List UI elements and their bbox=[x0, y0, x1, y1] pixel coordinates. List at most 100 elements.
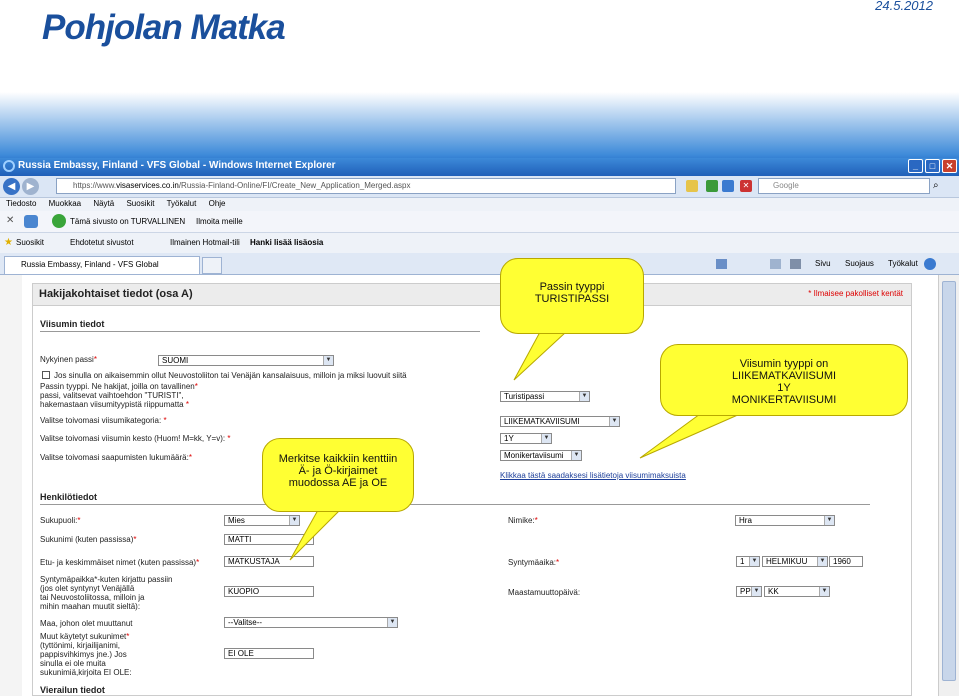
stop-icon[interactable]: ✕ bbox=[740, 180, 752, 192]
passport-type-label-3: hakemastaan viisumityypistä riippumatta … bbox=[40, 400, 189, 409]
visa-category-label: Valitse toivomasi viisumikategoria: * bbox=[40, 416, 167, 425]
emigration-month-select[interactable]: KK ▼ bbox=[764, 586, 830, 597]
dob-month-select[interactable]: HELMIKUU ▼ bbox=[762, 556, 828, 567]
country-label: Maa, johon olet muuttanut bbox=[40, 619, 133, 628]
soviet-checkbox[interactable] bbox=[42, 371, 50, 379]
addons-link[interactable]: Hanki lisää lisäosia bbox=[250, 238, 323, 247]
report-label[interactable]: Ilmoita meille bbox=[196, 217, 243, 226]
birthplace-input[interactable]: KUOPIO bbox=[224, 586, 314, 597]
home-icon[interactable] bbox=[716, 259, 727, 269]
tab-label: Russia Embassy, Finland - VFS Global bbox=[21, 260, 159, 269]
suggested-sites-link[interactable]: Ehdotetut sivustot bbox=[70, 238, 134, 247]
dob-label: Syntymäaika:* bbox=[508, 558, 560, 567]
visa-category-select[interactable]: LIIKEMATKAVIISUMI ▼ bbox=[500, 416, 620, 427]
hotmail-link[interactable]: Ilmainen Hotmail-tili bbox=[170, 238, 240, 247]
navigation-bar: ◀ ▶ https://www.visaservices.co.in/Russi… bbox=[0, 176, 959, 198]
tracking-label[interactable]: Tämä sivusto on TURVALLINEN bbox=[70, 217, 185, 226]
safety-menu[interactable]: Suojaus bbox=[845, 259, 874, 268]
dob-day-select[interactable]: 1 ▼ bbox=[736, 556, 760, 567]
close-toolbar-icon[interactable]: ✕ bbox=[6, 215, 14, 226]
visa-type-callout: Viisumin tyyppi on LIIKEMATKAVIISUMI 1Y … bbox=[660, 344, 908, 416]
emigration-day-select[interactable]: PP ▼ bbox=[736, 586, 762, 597]
help-icon[interactable] bbox=[924, 258, 936, 270]
surname-label: Sukunimi (kuten passissa)* bbox=[40, 535, 137, 544]
title-select[interactable]: Hra ▼ bbox=[735, 515, 835, 526]
menu-favorites[interactable]: Suosikit bbox=[126, 199, 154, 208]
address-prefix: https://www. bbox=[73, 181, 117, 190]
scroll-thumb[interactable] bbox=[942, 281, 956, 681]
current-passport-select[interactable]: SUOMI ▼ bbox=[158, 355, 334, 366]
minimize-button[interactable]: _ bbox=[908, 159, 923, 173]
new-tab-button[interactable] bbox=[202, 257, 222, 274]
entries-select[interactable]: Monikertaviisumi ▼ bbox=[500, 450, 582, 461]
left-margin bbox=[0, 275, 22, 696]
callout-line: LIIKEMATKAVIISUMI bbox=[731, 370, 837, 382]
callout-line: Passin tyyppi bbox=[539, 281, 605, 293]
browser-window: Russia Embassy, Finland - VFS Global - W… bbox=[0, 158, 959, 696]
refresh-icon[interactable] bbox=[722, 180, 734, 192]
birthplace-label-4: mihin maahan muutit sieltä): bbox=[40, 602, 141, 611]
maximize-button[interactable]: □ bbox=[925, 159, 940, 173]
menu-edit[interactable]: Muokkaa bbox=[49, 199, 81, 208]
lock-icon[interactable] bbox=[686, 180, 698, 192]
security-toolbar: ✕ Tämä sivusto on TURVALLINEN Ilmoita me… bbox=[0, 211, 959, 233]
menu-help[interactable]: Ohje bbox=[209, 199, 226, 208]
search-input[interactable]: Google bbox=[758, 178, 930, 194]
divider bbox=[40, 504, 870, 505]
callout-line: MONIKERTAVIISUMI bbox=[731, 394, 837, 406]
callout-line: Merkitse kaikkiin kenttiin bbox=[278, 453, 398, 465]
menu-view[interactable]: Näytä bbox=[93, 199, 114, 208]
menu-file[interactable]: Tiedosto bbox=[6, 199, 36, 208]
callout-line: muodossa AE ja OE bbox=[288, 477, 388, 489]
menu-tools[interactable]: Työkalut bbox=[167, 199, 197, 208]
firstnames-input[interactable]: MATKUSTAJA bbox=[224, 556, 314, 567]
print-icon[interactable] bbox=[790, 259, 801, 269]
letters-callout: Merkitse kaikkiin kenttiin Ä- ja Ö-kirja… bbox=[262, 438, 414, 512]
favorites-button[interactable]: Suosikit bbox=[16, 238, 44, 247]
passport-callout: Passin tyyppi TURISTIPASSI bbox=[500, 258, 644, 334]
country-select[interactable]: --Valitse-- ▼ bbox=[224, 617, 398, 628]
emigration-label: Maastamuuttopäivä: bbox=[508, 588, 581, 597]
surname-input[interactable]: MATTI bbox=[224, 534, 314, 545]
search-icon[interactable]: ⌕ bbox=[933, 180, 939, 191]
favorites-bar: ★ Suosikit Ehdotetut sivustot Ilmainen H… bbox=[0, 233, 959, 253]
passport-type-select[interactable]: Turistipassi ▼ bbox=[500, 391, 590, 402]
title-label: Nimike:* bbox=[508, 516, 538, 525]
page-content: Hakijakohtaiset tiedot (osa A) * Ilmaise… bbox=[0, 275, 938, 696]
forward-icon[interactable]: ▶ bbox=[22, 178, 39, 195]
compat-icon[interactable] bbox=[706, 180, 718, 192]
dob-year-input[interactable]: 1960 bbox=[829, 556, 863, 567]
visa-duration-label: Valitse toivomasi viisumin kesto (Huom! … bbox=[40, 434, 231, 443]
tab-vfs[interactable]: Russia Embassy, Finland - VFS Global bbox=[4, 256, 200, 274]
soviet-checkbox-label: Jos sinulla on aikaisemmin ollut Neuvost… bbox=[54, 371, 407, 380]
callout-line: Viisumin tyyppi on bbox=[739, 358, 829, 370]
address-bar[interactable]: https://www.visaservices.co.in/Russia-Fi… bbox=[56, 178, 676, 194]
gender-label: Sukupuoli:* bbox=[40, 516, 81, 525]
other-names-label-5: sukunimiä,kirjoita EI OLE: bbox=[40, 668, 132, 677]
visa-duration-select[interactable]: 1Y ▼ bbox=[500, 433, 552, 444]
callout-line: TURISTIPASSI bbox=[534, 293, 610, 305]
mail-icon[interactable] bbox=[770, 259, 781, 269]
entries-label: Valitse toivomasi saapumisten lukumäärä:… bbox=[40, 453, 192, 462]
star-icon: ★ bbox=[4, 237, 13, 248]
close-button[interactable]: ✕ bbox=[942, 159, 957, 173]
callout-line: Ä- ja Ö-kirjaimet bbox=[298, 465, 378, 477]
ie-logo-icon bbox=[3, 160, 15, 172]
wot-icon[interactable] bbox=[24, 215, 38, 228]
firstnames-label: Etu- ja keskimmäiset nimet (kuten passis… bbox=[40, 558, 200, 567]
current-passport-label: Nykyinen passi* bbox=[40, 355, 97, 364]
callout-line: 1Y bbox=[777, 382, 791, 394]
page-menu[interactable]: Sivu bbox=[815, 259, 831, 268]
visit-section-title: Vierailun tiedot bbox=[40, 685, 105, 695]
other-names-input[interactable]: EI OLE bbox=[224, 648, 314, 659]
back-icon[interactable]: ◀ bbox=[3, 178, 20, 195]
vertical-scrollbar[interactable] bbox=[938, 275, 959, 696]
tools-menu[interactable]: Työkalut bbox=[888, 259, 918, 268]
gender-select[interactable]: Mies ▼ bbox=[224, 515, 300, 526]
fees-link[interactable]: Klikkaa tästä saadaksesi lisätietoja vii… bbox=[500, 471, 686, 480]
window-title: Russia Embassy, Finland - VFS Global - W… bbox=[18, 160, 336, 171]
menu-bar: Tiedosto Muokkaa Näytä Suosikit Työkalut… bbox=[0, 198, 959, 211]
slide-date: 24.5.2012 bbox=[875, 0, 933, 13]
tab-row: Russia Embassy, Finland - VFS Global Siv… bbox=[0, 253, 959, 275]
logo-text: Pohjolan Matka bbox=[42, 8, 286, 47]
